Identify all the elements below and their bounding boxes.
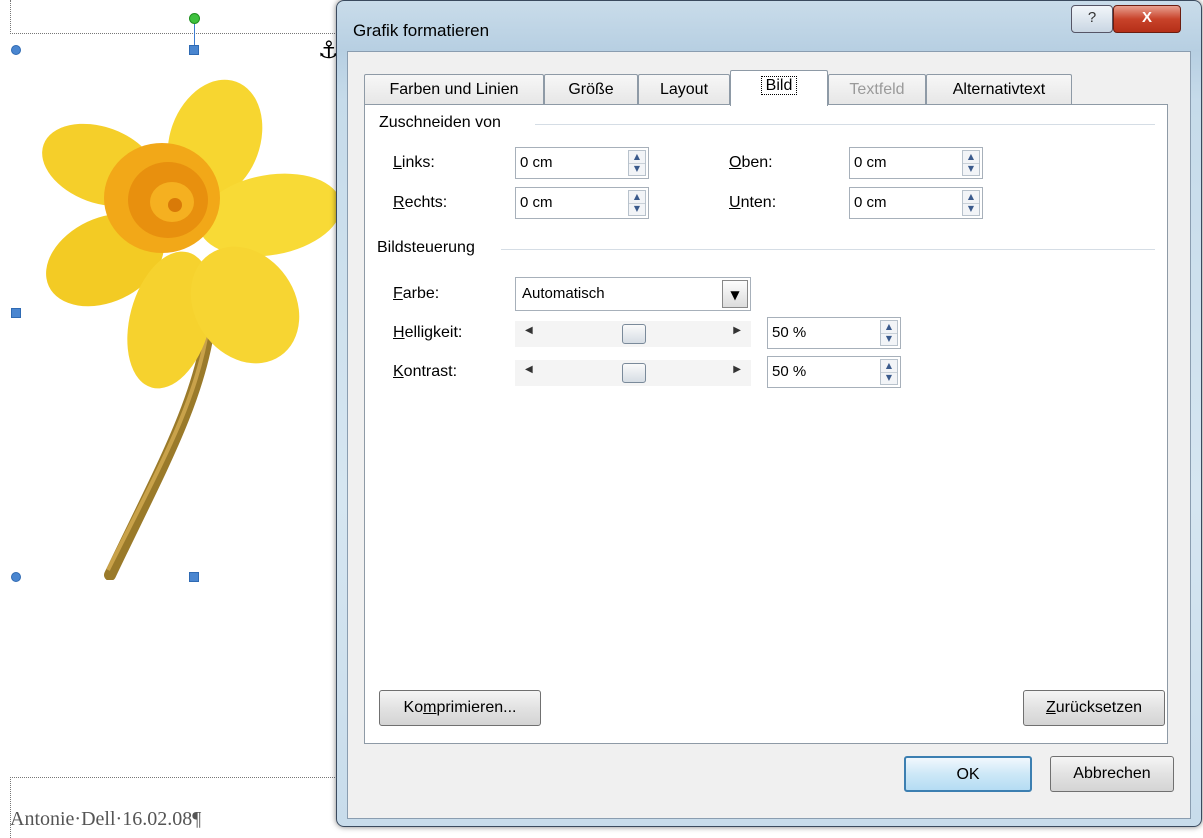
tab-farben-und-linien[interactable]: Farben und Linien [364, 74, 544, 105]
dialog-title: Grafik formatieren [353, 21, 490, 40]
helligkeit-label: Helligkeit: [393, 324, 463, 341]
spin-down-icon[interactable]: ▼ [629, 203, 645, 215]
tab-bild-label: Bild [760, 76, 798, 95]
helligkeit-spin-buttons[interactable]: ▲ ▼ [880, 320, 898, 346]
links-spin-buttons[interactable]: ▲ ▼ [628, 150, 646, 176]
rotation-handle[interactable] [189, 13, 200, 24]
helligkeit-slider-thumb[interactable] [622, 324, 646, 344]
tab-bild[interactable]: Bild [730, 70, 828, 106]
resize-handle-top[interactable] [189, 45, 199, 55]
kontrast-label: Kontrast: [393, 363, 458, 380]
dialog-titlebar[interactable]: Grafik formatieren ? X [337, 1, 1201, 51]
rechts-spinner[interactable]: 0 cm ▲ ▼ [515, 187, 649, 219]
oben-value: 0 cm [854, 154, 887, 171]
cancel-button[interactable]: Abbrechen [1050, 756, 1174, 792]
slider-left-arrow-icon[interactable]: ◀ [525, 325, 533, 336]
ok-button[interactable]: OK [904, 756, 1032, 792]
links-spinner[interactable]: 0 cm ▲ ▼ [515, 147, 649, 179]
slider-right-arrow-icon[interactable]: ▶ [733, 325, 741, 336]
tab-groesse[interactable]: Größe [544, 74, 638, 105]
tab-textfeld: Textfeld [828, 74, 926, 105]
oben-label: Oben: [729, 154, 773, 171]
unten-spin-buttons[interactable]: ▲ ▼ [962, 190, 980, 216]
kontrast-slider-thumb[interactable] [622, 363, 646, 383]
spin-down-icon[interactable]: ▼ [963, 163, 979, 175]
links-value: 0 cm [520, 154, 553, 171]
rechts-value: 0 cm [520, 194, 553, 211]
resize-handle-left[interactable] [11, 308, 21, 318]
kontrast-spinner[interactable]: 50 % ▲ ▼ [767, 356, 901, 388]
unten-spinner[interactable]: 0 cm ▲ ▼ [849, 187, 983, 219]
tab-alternativtext[interactable]: Alternativtext [926, 74, 1072, 105]
slider-right-arrow-icon[interactable]: ▶ [733, 364, 741, 375]
tab-panel-bild: Zuschneiden von Links: 0 cm ▲ ▼ Rechts: 0… [364, 104, 1168, 744]
farbe-value: Automatisch [522, 285, 605, 302]
unten-label: Unten: [729, 194, 777, 211]
crop-group-divider [535, 124, 1155, 125]
rechts-label: Rechts: [393, 194, 448, 211]
rotation-connector [194, 22, 195, 46]
compress-button[interactable]: Komprimieren... [379, 690, 541, 726]
kontrast-slider[interactable]: ◀ ▶ [515, 360, 751, 386]
helligkeit-slider[interactable]: ◀ ▶ [515, 321, 751, 347]
farbe-label: Farbe: [393, 285, 440, 302]
oben-spinner[interactable]: 0 cm ▲ ▼ [849, 147, 983, 179]
spin-down-icon[interactable]: ▼ [881, 372, 897, 384]
kontrast-spin-buttons[interactable]: ▲ ▼ [880, 359, 898, 385]
unten-value: 0 cm [854, 194, 887, 211]
document-caption: Antonie·Dell·16.02.08¶ [10, 808, 202, 830]
image-control-group-divider [501, 249, 1155, 250]
image-control-group-label: Bildsteuerung [377, 239, 475, 256]
spin-down-icon[interactable]: ▼ [881, 333, 897, 345]
help-button[interactable]: ? [1071, 5, 1113, 33]
daffodil-image[interactable] [40, 70, 340, 580]
links-label: Links: [393, 154, 435, 171]
rechts-spin-buttons[interactable]: ▲ ▼ [628, 190, 646, 216]
resize-handle-top-left[interactable] [11, 45, 21, 55]
spin-down-icon[interactable]: ▼ [963, 203, 979, 215]
close-button[interactable]: X [1113, 5, 1181, 33]
reset-button[interactable]: Zurücksetzen [1023, 690, 1165, 726]
spin-down-icon[interactable]: ▼ [629, 163, 645, 175]
slider-left-arrow-icon[interactable]: ◀ [525, 364, 533, 375]
tab-layout[interactable]: Layout [638, 74, 730, 105]
format-picture-dialog: Grafik formatieren ? X Farben und Linien… [336, 0, 1202, 827]
dialog-client-area: Farben und Linien Größe Layout Bild Text… [347, 51, 1191, 819]
helligkeit-spinner[interactable]: 50 % ▲ ▼ [767, 317, 901, 349]
helligkeit-value: 50 % [772, 324, 807, 341]
resize-handle-bottom-left[interactable] [11, 572, 21, 582]
farbe-dropdown[interactable]: Automatisch ▼ [515, 277, 751, 311]
crop-group-label: Zuschneiden von [379, 114, 501, 131]
oben-spin-buttons[interactable]: ▲ ▼ [962, 150, 980, 176]
text-frame-top [10, 0, 341, 34]
kontrast-value: 50 % [772, 363, 807, 380]
chevron-down-icon[interactable]: ▼ [722, 280, 748, 308]
